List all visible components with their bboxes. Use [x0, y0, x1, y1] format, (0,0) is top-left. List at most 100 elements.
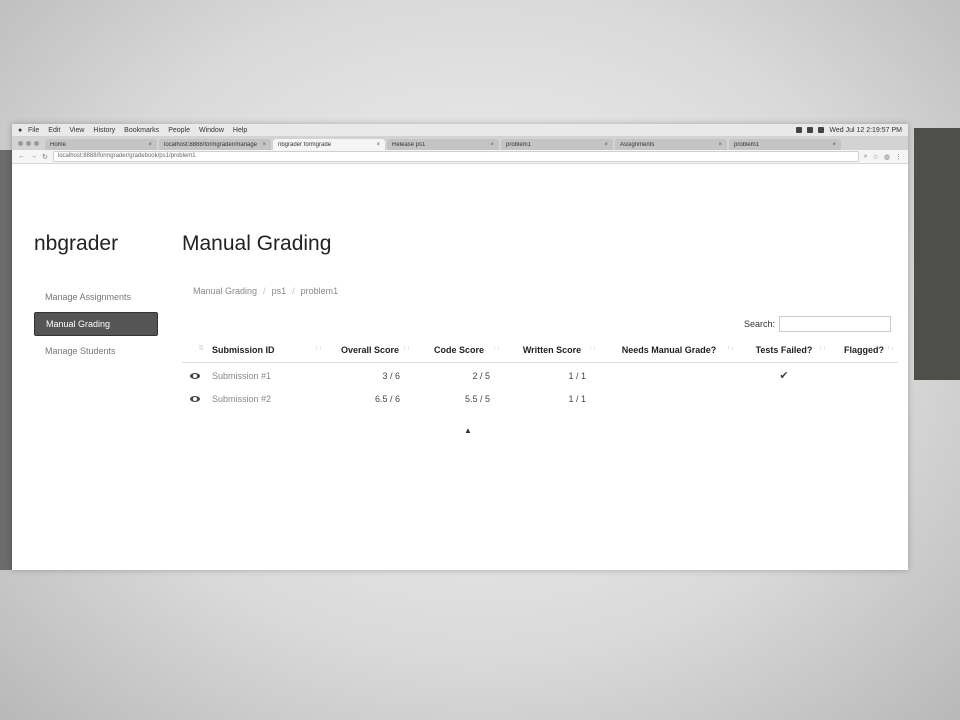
needs-manual-grade-cell	[600, 363, 738, 388]
sort-arrows-icon[interactable]: ↑↓	[727, 343, 734, 355]
battery-icon[interactable]	[818, 127, 825, 133]
menubar-clock[interactable]: Wed Jul 12 2:19:57 PM	[829, 127, 902, 134]
sort-arrows-icon[interactable]: ↑↓	[819, 343, 826, 355]
browser-tab[interactable]: localhost:8888/formgrader/manage ×	[159, 139, 271, 150]
wifi-icon[interactable]	[807, 127, 814, 133]
menu-help[interactable]: Help	[233, 127, 247, 134]
tab-strip: Home × localhost:8888/formgrader/manage × …	[12, 136, 908, 150]
reload-icon[interactable]: ↻	[42, 153, 48, 161]
mouse-cursor-icon: ▲	[464, 426, 472, 435]
sidebar-item-manage-assignments[interactable]: Manage Assignments	[34, 286, 158, 308]
needs-manual-grade-cell	[600, 387, 738, 409]
written-score-cell: 1 / 1	[568, 370, 586, 381]
tray-icon[interactable]	[796, 127, 803, 133]
view-submission-button[interactable]	[182, 387, 208, 409]
search-input[interactable]	[779, 316, 892, 332]
zoom-window-icon[interactable]	[34, 141, 39, 146]
submission-link[interactable]: Submission #1	[208, 363, 326, 388]
browser-window: ● File Edit View History Bookmarks Peopl…	[12, 124, 908, 570]
column-header-label: Needs Manual Grade?	[621, 345, 717, 355]
search-label: Search:	[744, 319, 776, 329]
column-header-overall-score[interactable]: Overall Score ↑↓	[326, 342, 414, 363]
tab-label: nbgrader formgrade	[278, 141, 332, 148]
close-icon[interactable]: ×	[490, 142, 494, 148]
background-edge	[0, 150, 12, 570]
menu-view[interactable]: View	[69, 127, 84, 134]
breadcrumb-problem: problem1	[300, 286, 339, 296]
eye-icon[interactable]	[190, 395, 200, 402]
menu-file[interactable]: File	[28, 127, 39, 134]
url-field[interactable]: localhost:8888/formgrader/gradebook/ps1/…	[52, 151, 859, 162]
close-icon[interactable]: ×	[262, 142, 266, 148]
menu-window[interactable]: Window	[199, 127, 224, 134]
column-header-needs-manual-grade[interactable]: Needs Manual Grade? ↑↓	[600, 342, 738, 363]
column-header-label: Code Score	[433, 345, 484, 355]
close-icon[interactable]: ×	[376, 142, 380, 148]
view-submission-button[interactable]	[182, 363, 208, 388]
table-header-row: ⇅ Submission ID ↑↓ Overall Score ↑↓ Code S…	[182, 342, 898, 363]
code-score-cell: 2 / 5	[472, 370, 490, 381]
sort-arrows-icon[interactable]: ↑↓	[315, 343, 322, 355]
back-icon[interactable]: ←	[18, 153, 25, 160]
apple-icon[interactable]: ●	[18, 127, 28, 134]
sort-arrows-icon[interactable]: ↑↓	[403, 343, 410, 355]
checkmark-icon: ✔	[779, 370, 789, 382]
column-header-written-score[interactable]: Written Score ↑↓	[504, 342, 600, 363]
sort-arrows-icon[interactable]: ↑↓	[493, 343, 500, 355]
eye-icon[interactable]	[190, 372, 200, 379]
browser-menu-icon[interactable]: ⋮	[895, 153, 902, 161]
sidebar-item-manual-grading[interactable]: Manual Grading	[34, 312, 158, 336]
bookmark-star-icon[interactable]: ☆	[873, 153, 879, 161]
column-header-flagged[interactable]: Flagged? ↑↓	[830, 342, 898, 363]
tab-label: problem1	[506, 141, 532, 148]
extensions-icon[interactable]: ◍	[884, 153, 890, 161]
tests-failed-cell	[738, 387, 830, 409]
mac-menu-bar: ● File Edit View History Bookmarks Peopl…	[12, 124, 908, 136]
menu-edit[interactable]: Edit	[48, 127, 60, 134]
browser-tab[interactable]: Home ×	[45, 139, 157, 150]
tab-label: Assignments	[620, 141, 655, 148]
browser-tab[interactable]: Assignments ×	[615, 139, 727, 150]
browser-tab[interactable]: Release ps1 ×	[387, 139, 499, 150]
sort-arrows-icon[interactable]: ⇅	[198, 343, 204, 355]
submission-link[interactable]: Submission #2	[208, 387, 326, 409]
zoom-icon[interactable]: ⌕	[864, 153, 868, 161]
sort-arrows-icon[interactable]: ↑↓	[887, 343, 894, 355]
window-controls	[18, 141, 39, 146]
breadcrumb-assignment[interactable]: ps1	[272, 286, 287, 296]
table-row: Submission #1 3 / 6 2 / 5 1 / 1 ✔	[182, 363, 898, 388]
column-header-code-score[interactable]: Code Score ↑↓	[414, 342, 504, 363]
table-row: Submission #2 6.5 / 6 5.5 / 5 1 / 1	[182, 387, 898, 409]
close-icon[interactable]: ×	[832, 142, 836, 148]
sidebar-item-manage-students[interactable]: Manage Students	[34, 340, 158, 362]
breadcrumb: Manual Grading / ps1 / problem1	[193, 286, 338, 296]
tab-label: Home	[50, 141, 67, 148]
tab-label: Release ps1	[392, 141, 426, 148]
close-icon[interactable]: ×	[604, 142, 608, 148]
flagged-cell	[830, 387, 898, 409]
brand-logo[interactable]: nbgrader	[34, 232, 118, 256]
close-icon[interactable]: ×	[148, 142, 152, 148]
column-header-tests-failed[interactable]: Tests Failed? ↑↓	[738, 342, 830, 363]
close-icon[interactable]: ×	[718, 142, 722, 148]
search-box: Search:	[744, 316, 892, 332]
menu-people[interactable]: People	[168, 127, 190, 134]
sort-arrows-icon[interactable]: ↑↓	[589, 343, 596, 355]
column-header-label: Flagged?	[844, 345, 884, 355]
column-header-submission-id[interactable]: Submission ID ↑↓	[208, 342, 326, 363]
browser-tab-active[interactable]: nbgrader formgrade ×	[273, 139, 385, 150]
close-window-icon[interactable]	[18, 141, 23, 146]
browser-tab[interactable]: problem1 ×	[501, 139, 613, 150]
background-panel	[914, 128, 960, 380]
breadcrumb-manual-grading[interactable]: Manual Grading	[193, 286, 257, 296]
view-column-header[interactable]: ⇅	[182, 342, 208, 363]
menu-bookmarks[interactable]: Bookmarks	[124, 127, 159, 134]
forward-icon[interactable]: →	[30, 153, 37, 160]
browser-tab[interactable]: problem1 ×	[729, 139, 841, 150]
sidebar-nav: Manage Assignments Manual Grading Manage…	[34, 286, 158, 362]
written-score-cell: 1 / 1	[568, 393, 586, 404]
submissions-table: ⇅ Submission ID ↑↓ Overall Score ↑↓ Code S…	[182, 342, 898, 409]
menu-history[interactable]: History	[93, 127, 115, 134]
column-header-label: Tests Failed?	[755, 345, 813, 355]
minimize-window-icon[interactable]	[26, 141, 31, 146]
